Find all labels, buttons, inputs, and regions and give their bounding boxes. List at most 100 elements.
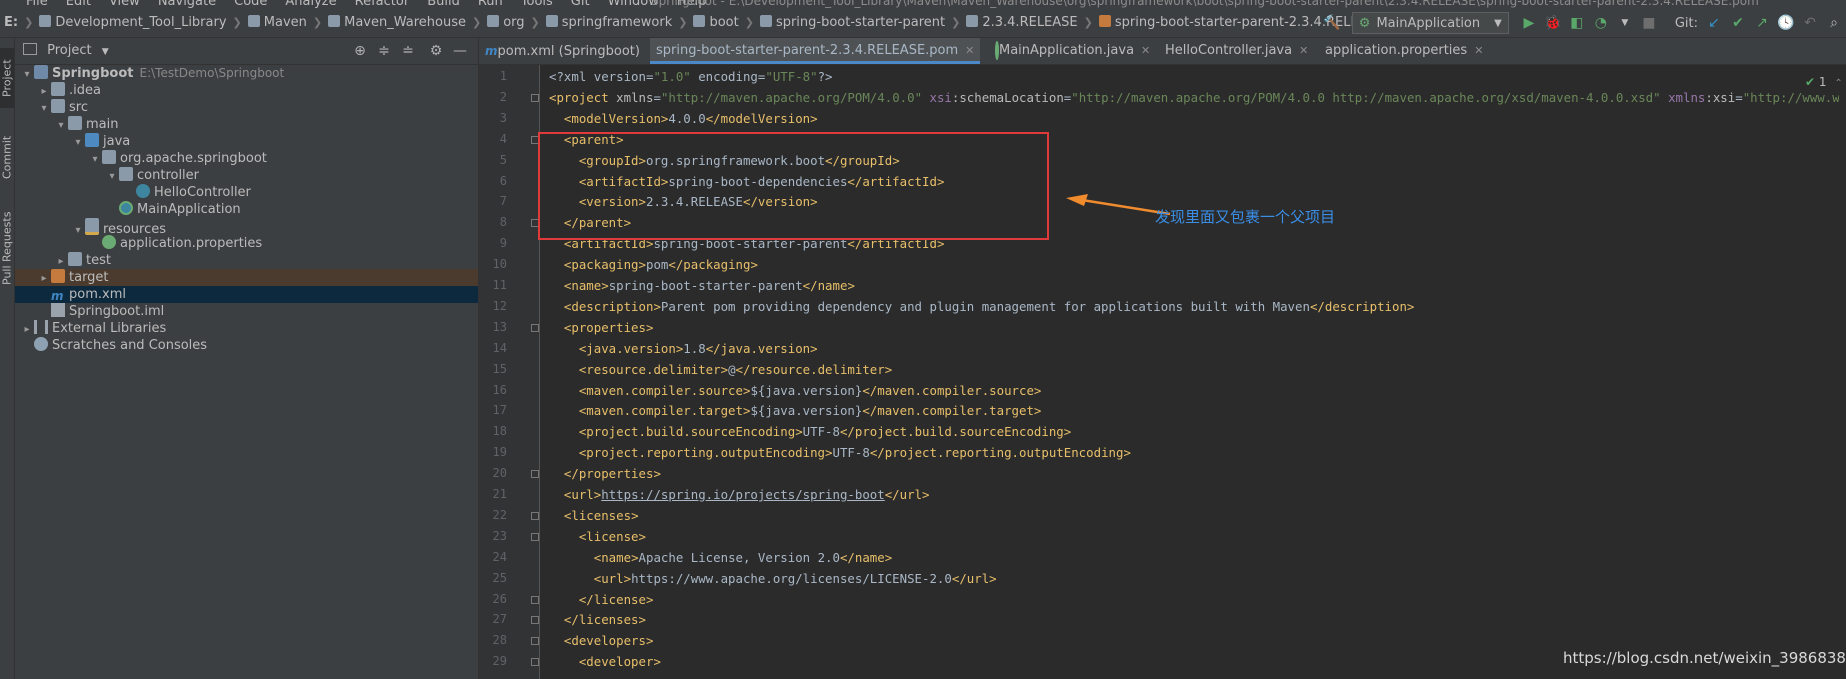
tab-pom-xml-springboot-[interactable]: mpom.xml (Springboot) [479,38,646,64]
locate-file-icon[interactable]: ⊕ [350,41,370,61]
tree-item-src[interactable]: ▾ src [15,99,478,116]
menu-item-edit[interactable]: Edit [66,0,91,9]
collapse-all-icon[interactable]: ≐ [398,41,418,61]
breadcrumb-label: springframework [561,15,673,30]
expand-all-icon[interactable]: ≑ [374,41,394,61]
close-icon[interactable]: ✕ [1141,44,1150,57]
code-line: <project.build.sourceEncoding>UTF-8</pro… [578,424,1072,440]
menu-item-run[interactable]: Run [478,0,503,9]
tree-item-scratches-and-consoles[interactable]: Scratches and Consoles [15,337,478,354]
git-rollback-icon[interactable]: ↶ [1800,13,1820,33]
menu-item-tools[interactable]: Tools [521,0,553,9]
menu-item-navigate[interactable]: Navigate [158,0,216,9]
menu-item-build[interactable]: Build [427,0,460,9]
tree-item-target[interactable]: ▸ target [15,269,478,286]
breadcrumb-item[interactable]: E: [4,15,18,30]
breadcrumb-item[interactable]: 2.3.4.RELEASE [966,15,1078,30]
pull-requests-tool-tab[interactable]: Pull Requests [0,198,14,298]
more-run-chevron-icon[interactable]: ▼ [1615,13,1635,33]
line-number: 4 [499,131,507,146]
coverage-icon[interactable]: ◧ [1567,13,1587,33]
tree-item-resources[interactable]: ▾ resources [15,218,478,237]
tree-item-java[interactable]: ▾ java [15,133,478,150]
close-icon[interactable]: ✕ [965,44,974,57]
breadcrumb-item[interactable]: Development_Tool_Library [39,15,227,30]
breadcrumb-item[interactable]: spring-boot-starter-parent [759,15,945,30]
chevron-down-icon[interactable]: ▾ [37,100,51,117]
run-config-select[interactable]: ⚙ MainApplication ▼ [1351,12,1509,34]
inspection-widget[interactable]: ✔ 1 ⌃ [1805,75,1843,89]
tab-spring-boot-starter-parent-2-3-4-release-pom[interactable]: spring-boot-starter-parent-2.3.4.RELEASE… [650,38,981,64]
build-hammer-icon[interactable]: 🔨 [1322,13,1342,33]
run-icon[interactable]: ▶ [1519,13,1539,33]
fold-marker-icon[interactable] [531,595,539,604]
tree-item-hellocontroller[interactable]: HelloController [15,184,478,201]
chevron-right-icon[interactable]: ▸ [37,270,51,287]
git-commit-icon[interactable]: ✔ [1728,13,1748,33]
tree-item-main[interactable]: ▾ main [15,116,478,133]
fold-marker-icon[interactable] [531,637,539,646]
code-line: <project xmlns="http://maven.apache.org/… [549,89,1839,105]
menu-item-code[interactable]: Code [234,0,267,9]
tree-item-controller[interactable]: ▾ controller [15,167,478,184]
debug-icon[interactable]: 🐞 [1543,13,1563,33]
git-history-icon[interactable]: 🕓 [1776,13,1796,33]
breadcrumb-separator-icon: ❯ [24,16,34,29]
fold-marker-icon[interactable] [531,93,539,102]
chevron-down-icon[interactable]: ▾ [88,151,102,168]
project-tool-tab[interactable]: Project [0,48,14,108]
tree-item--idea[interactable]: ▸ .idea [15,82,478,99]
tab-application-properties[interactable]: application.properties ✕ [1319,38,1489,64]
close-icon[interactable]: ✕ [1474,44,1483,57]
menu-item-analyze[interactable]: Analyze [285,0,336,9]
close-icon[interactable]: ✕ [1299,44,1308,57]
folder-icon [487,15,500,27]
tree-item-application-properties[interactable]: application.properties [15,235,478,252]
tree-item-mainapplication[interactable]: MainApplication [15,201,478,218]
profile-icon[interactable]: ◔ [1591,13,1611,33]
menu-item-file[interactable]: File [26,0,48,9]
tree-item-test[interactable]: ▸ test [15,252,478,269]
chevron-down-icon[interactable]: ▾ [20,66,34,83]
stop-icon[interactable]: ■ [1639,13,1659,33]
git-update-icon[interactable]: ↙ [1704,13,1724,33]
package-icon [119,167,133,181]
menu-item-view[interactable]: View [109,0,140,9]
tree-item-pom-xml[interactable]: m pom.xml [15,286,478,303]
breadcrumb-item[interactable]: Maven [247,15,307,30]
tab-hellocontroller-java[interactable]: HelloController.java ✕ [1159,38,1314,64]
chevron-right-icon[interactable]: ▸ [20,321,34,338]
chevron-down-icon[interactable]: ▾ [54,117,68,134]
fold-marker-icon[interactable] [531,511,539,520]
tree-item-springboot[interactable]: ▾ Springboot E:\TestDemo\Springboot [15,65,478,82]
breadcrumb-separator-icon: ❯ [678,16,688,29]
fold-marker-icon[interactable] [531,532,539,541]
hide-panel-icon[interactable]: — [450,41,470,61]
breadcrumb-item[interactable]: org [487,15,525,30]
search-everywhere-icon[interactable]: ⌕ [1824,13,1844,33]
commit-tool-tab[interactable]: Commit [0,126,14,188]
chevron-down-icon[interactable]: ▾ [71,134,85,151]
tree-item-external-libraries[interactable]: ▸ External Libraries [15,320,478,337]
tree-item-org-apache-springboot[interactable]: ▾ org.apache.springboot [15,150,478,167]
chevron-right-icon[interactable]: ▸ [54,253,68,270]
fold-marker-icon[interactable] [531,323,539,332]
tab-mainapplication-java[interactable]: MainApplication.java ✕ [989,38,1156,64]
breadcrumb-item[interactable]: boot [693,15,739,30]
breadcrumb-item[interactable]: Maven_Warehouse [328,15,466,30]
chevron-right-icon[interactable]: ▸ [37,83,51,100]
fold-marker-icon[interactable] [531,658,539,667]
breadcrumb-separator-icon: ❯ [1083,16,1093,29]
chevron-down-icon[interactable]: ▾ [105,168,119,185]
project-view-selector[interactable]: Project ▼ [23,43,109,58]
tree-item-label: HelloController [154,185,251,200]
fold-marker-icon[interactable] [531,616,539,625]
pom-file-icon [1098,15,1111,27]
menu-item-refactor[interactable]: Refactor [355,0,410,9]
breadcrumb-item[interactable]: springframework [545,15,673,30]
menu-item-git[interactable]: Git [571,0,590,9]
fold-marker-icon[interactable] [531,470,539,479]
gear-icon[interactable]: ⚙ [426,41,446,61]
git-push-icon[interactable]: ↗ [1752,13,1772,33]
tree-item-springboot-iml[interactable]: Springboot.iml [15,303,478,320]
